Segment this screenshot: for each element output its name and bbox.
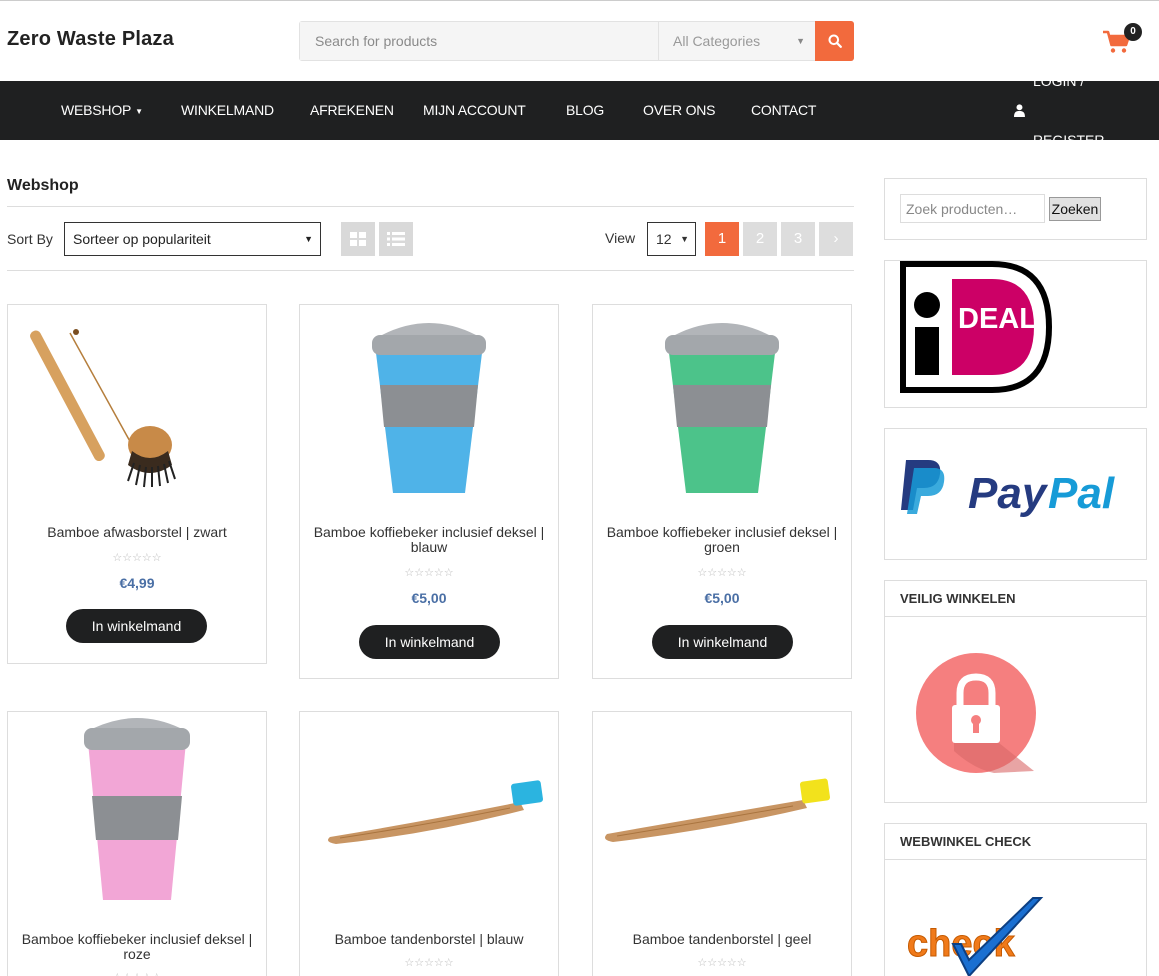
- per-page-select[interactable]: 12 ▼: [647, 222, 696, 256]
- page-title: Webshop: [7, 177, 79, 194]
- product-image[interactable]: [300, 712, 558, 917]
- next-page-button[interactable]: ›: [819, 222, 853, 256]
- add-to-cart-button[interactable]: In winkelmand: [66, 609, 207, 643]
- caret-down-icon: ▼: [135, 106, 143, 116]
- svg-text:Pal: Pal: [1048, 469, 1115, 518]
- nav-item-webshop[interactable]: WEBSHOP ▼: [61, 81, 143, 140]
- sidebar-search-widget: Zoeken: [884, 178, 1147, 240]
- product-card[interactable]: Bamboe koffiebeker inclusief deksel | bl…: [299, 304, 559, 679]
- page-button-3[interactable]: 3: [781, 222, 815, 256]
- product-card[interactable]: Bamboe koffiebeker inclusief deksel | ro…: [7, 711, 267, 976]
- paypal-widget: Pay Pal: [884, 428, 1147, 560]
- product-name[interactable]: Bamboe tandenborstel | blauw: [310, 932, 548, 947]
- product-image[interactable]: [593, 305, 851, 510]
- rating-stars-icon: ☆☆☆☆☆: [404, 957, 454, 969]
- list-view-button[interactable]: [379, 222, 413, 256]
- add-to-cart-button[interactable]: In winkelmand: [652, 625, 793, 659]
- grid-view-button[interactable]: [341, 222, 375, 256]
- product-name[interactable]: Bamboe koffiebeker inclusief deksel | gr…: [603, 525, 841, 555]
- main-navigation: WEBSHOP ▼ WINKELMAND AFREKENEN MIJN ACCOU…: [0, 73, 1159, 148]
- nav-item-label: WEBSHOP: [61, 102, 132, 118]
- product-price: €5,00: [411, 590, 447, 606]
- widget-title: WEBWINKEL CHECK: [885, 824, 1146, 860]
- webwinkel-check-widget: WEBWINKEL CHECK check: [884, 823, 1147, 976]
- grid-icon: [350, 232, 366, 246]
- product-image[interactable]: [8, 305, 266, 510]
- product-image[interactable]: [300, 305, 558, 510]
- rating-stars-icon: ☆☆☆☆☆: [404, 567, 454, 579]
- nav-item-contact[interactable]: CONTACT: [751, 81, 816, 140]
- rating-stars-icon: ☆☆☆☆☆: [697, 567, 747, 579]
- svg-text:DEAL: DEAL: [958, 303, 1037, 335]
- divider: [7, 270, 854, 271]
- sidebar-search-button[interactable]: Zoeken: [1049, 197, 1101, 221]
- nav-item-blog[interactable]: BLOG: [566, 81, 604, 140]
- rating-stars-icon: ☆☆☆☆☆: [8, 971, 266, 976]
- add-to-cart-button[interactable]: In winkelmand: [359, 625, 500, 659]
- chevron-down-icon: ▼: [304, 234, 313, 244]
- cart-count-badge: 0: [1124, 23, 1142, 41]
- product-name[interactable]: Bamboe afwasborstel | zwart: [18, 525, 256, 540]
- per-page-value: 12: [656, 231, 672, 247]
- product-image[interactable]: [8, 712, 266, 917]
- rating-stars-icon: ☆☆☆☆☆: [112, 552, 162, 564]
- lock-icon: [916, 653, 1036, 773]
- product-name[interactable]: Bamboe koffiebeker inclusief deksel | ro…: [18, 932, 256, 962]
- rating-stars-icon: ☆☆☆☆☆: [697, 957, 747, 969]
- nav-item-over-ons[interactable]: OVER ONS: [643, 81, 716, 140]
- product-card[interactable]: Bamboe tandenborstel | geel ☆☆☆☆☆: [592, 711, 852, 976]
- sidebar-search-input[interactable]: [900, 194, 1045, 223]
- webwinkel-check-logo: check: [907, 897, 1044, 976]
- product-price: €4,99: [119, 575, 155, 591]
- sort-select-value: Sorteer op populariteit: [73, 231, 211, 247]
- login-label: LOGIN / REGISTER: [1032, 72, 1105, 148]
- paypal-logo: Pay Pal: [901, 460, 1115, 518]
- chevron-down-icon: ▼: [796, 36, 805, 46]
- search-input[interactable]: [300, 22, 658, 60]
- ideal-widget: DEAL: [884, 260, 1147, 408]
- product-name[interactable]: Bamboe koffiebeker inclusief deksel | bl…: [310, 525, 548, 555]
- page-button-1[interactable]: 1: [705, 222, 739, 256]
- veilig-winkelen-widget: VEILIG WINKELEN: [884, 580, 1147, 803]
- product-card[interactable]: Bamboe tandenborstel | blauw ☆☆☆☆☆: [299, 711, 559, 976]
- nav-item-winkelmand[interactable]: WINKELMAND: [181, 81, 274, 140]
- divider: [7, 206, 854, 207]
- product-card[interactable]: Bamboe afwasborstel | zwart ☆☆☆☆☆ €4,99 …: [7, 304, 267, 664]
- product-search-bar: All Categories ▼: [299, 21, 854, 61]
- product-price: €5,00: [704, 590, 740, 606]
- site-title[interactable]: Zero Waste Plaza: [7, 28, 174, 51]
- svg-text:Pay: Pay: [968, 469, 1049, 518]
- search-button[interactable]: [815, 21, 854, 61]
- login-register-link[interactable]: LOGIN / REGISTER: [1014, 73, 1159, 148]
- category-select[interactable]: All Categories ▼: [658, 22, 815, 60]
- user-icon: [1014, 104, 1025, 117]
- product-image[interactable]: [593, 712, 851, 917]
- sort-select[interactable]: Sorteer op populariteit ▼: [64, 222, 321, 256]
- product-card[interactable]: Bamboe koffiebeker inclusief deksel | gr…: [592, 304, 852, 679]
- chevron-down-icon: ▼: [680, 234, 689, 244]
- chevron-right-icon: ›: [833, 230, 839, 247]
- page-button-2[interactable]: 2: [743, 222, 777, 256]
- nav-item-afrekenen[interactable]: AFREKENEN: [310, 81, 394, 140]
- nav-item-mijn-account[interactable]: MIJN ACCOUNT: [423, 81, 526, 140]
- ideal-logo: DEAL: [900, 261, 1052, 393]
- top-border: [0, 0, 1159, 1]
- sort-by-label: Sort By: [7, 231, 53, 247]
- search-icon: [828, 34, 842, 48]
- widget-title: VEILIG WINKELEN: [885, 581, 1146, 617]
- product-name[interactable]: Bamboe tandenborstel | geel: [603, 932, 841, 947]
- category-select-value: All Categories: [673, 33, 761, 49]
- list-icon: [387, 232, 405, 246]
- view-label: View: [605, 230, 636, 246]
